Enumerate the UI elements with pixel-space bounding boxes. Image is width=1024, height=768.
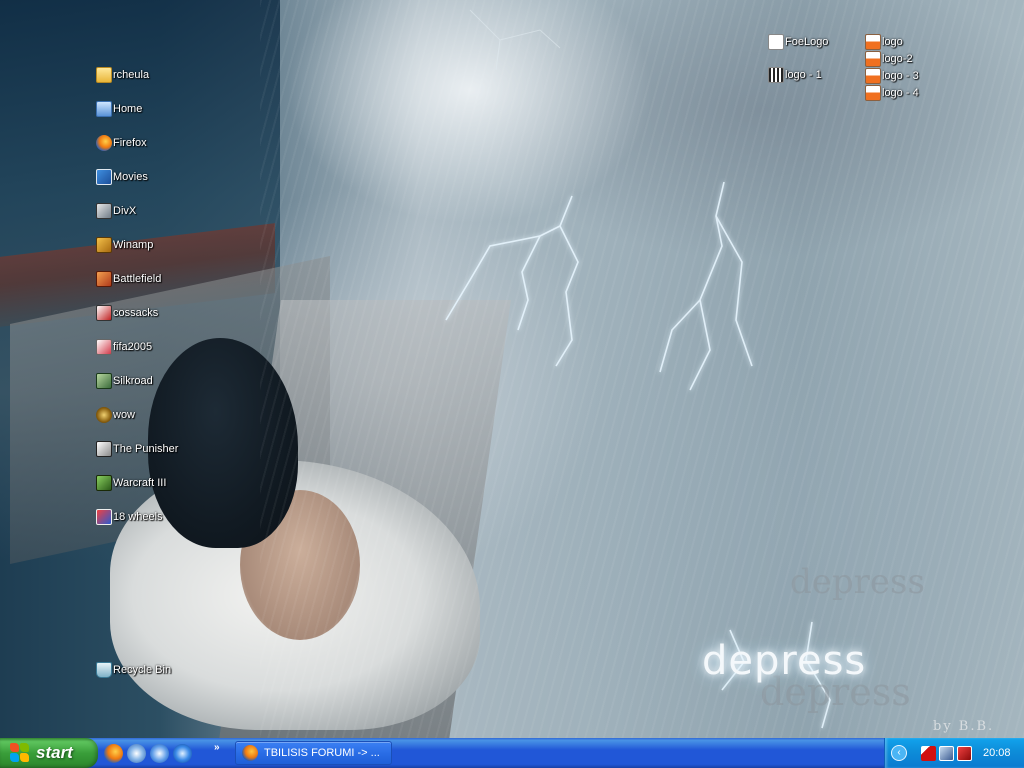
wallpaper-credit: by B.B.: [933, 719, 995, 734]
desktop-icon-rcheula[interactable]: rcheula: [96, 66, 149, 84]
desktop-icon-logo-1[interactable]: logo - 1: [768, 66, 822, 84]
desktop-icon-silkroad[interactable]: Silkroad: [96, 372, 153, 390]
desktop-icon-logo-4[interactable]: logo - 4: [865, 84, 919, 102]
wallpaper-caption: depress: [702, 638, 867, 684]
wow-icon: [96, 407, 112, 423]
winamp-icon: [96, 237, 112, 253]
desktop-icon-cossacks[interactable]: cossacks: [96, 304, 158, 322]
fifa-icon: [96, 339, 112, 355]
network-icon[interactable]: [939, 745, 954, 761]
battlefield-icon: [96, 271, 112, 287]
recycle-bin-icon: [96, 662, 112, 678]
document-icon: [865, 85, 881, 101]
silkroad-icon: [96, 373, 112, 389]
image-file-icon: [768, 34, 784, 50]
divx-icon: [96, 203, 112, 219]
folder-icon: [96, 67, 112, 83]
taskbar-window-label: TBILISIS FORUMI -> ...: [264, 747, 380, 759]
firefox-icon: [96, 135, 112, 151]
desktop-icon-logo-3[interactable]: logo - 3: [865, 67, 919, 85]
messenger-icon[interactable]: [127, 743, 146, 763]
media-player-icon[interactable]: [150, 743, 169, 763]
document-icon: [865, 34, 881, 50]
desktop-icon-the-punisher[interactable]: The Punisher: [96, 440, 178, 458]
desktop-icon-logo[interactable]: logo: [865, 33, 903, 51]
desktop-icon-movies[interactable]: Movies: [96, 168, 148, 186]
start-button[interactable]: start: [0, 738, 98, 768]
desktop-icon-fifa2005[interactable]: fifa2005: [96, 338, 152, 356]
desktop-icon-battlefield[interactable]: Battlefield: [96, 270, 161, 288]
taskbar: start » TBILISIS FORUMI -> ... ‹ 20:08: [0, 738, 1024, 768]
quick-launch-bar: [104, 738, 192, 768]
document-icon: [865, 68, 881, 84]
firefox-icon[interactable]: [104, 743, 123, 763]
clock[interactable]: 20:08: [983, 747, 1011, 759]
firefox-icon: [242, 745, 258, 761]
image-file-icon: [768, 67, 784, 83]
desktop-icon-logo-2[interactable]: logo-2: [865, 50, 913, 68]
movies-icon: [96, 169, 112, 185]
windows-logo-icon: [10, 743, 30, 763]
desktop-icon-wow[interactable]: wow: [96, 406, 135, 424]
desktop-icon-18-wheels[interactable]: 18 wheels: [96, 508, 163, 526]
taskbar-window-button[interactable]: TBILISIS FORUMI -> ...: [235, 741, 392, 765]
quick-launch-overflow-icon[interactable]: »: [214, 742, 220, 753]
document-icon: [865, 51, 881, 67]
wallpaper-caption-shadow: depress: [790, 562, 925, 602]
desktop-icon-foelogo[interactable]: FoeLogo: [768, 33, 828, 51]
punisher-icon: [96, 441, 112, 457]
home-icon: [96, 101, 112, 117]
desktop-wallpaper: depress depress depress by B.B.: [0, 0, 1024, 738]
system-tray: ‹ 20:08: [884, 738, 1024, 768]
internet-explorer-icon[interactable]: [173, 743, 192, 763]
desktop-icon-firefox[interactable]: Firefox: [96, 134, 147, 152]
start-label: start: [36, 743, 73, 762]
tray-expand-icon[interactable]: ‹: [891, 745, 907, 761]
kaspersky-icon[interactable]: [921, 745, 936, 761]
truck-icon: [96, 509, 112, 525]
desktop-icon-divx[interactable]: DivX: [96, 202, 136, 220]
cossacks-icon: [96, 305, 112, 321]
desktop-icon-recycle-bin[interactable]: Recycle Bin: [96, 661, 171, 679]
lightning-illustration: [445, 9, 831, 729]
warcraft-icon: [96, 475, 112, 491]
antivirus-icon[interactable]: [957, 745, 972, 761]
desktop-icon-winamp[interactable]: Winamp: [96, 236, 153, 254]
desktop-icon-home[interactable]: Home: [96, 100, 142, 118]
desktop-icon-warcraft-iii[interactable]: Warcraft III: [96, 474, 166, 492]
